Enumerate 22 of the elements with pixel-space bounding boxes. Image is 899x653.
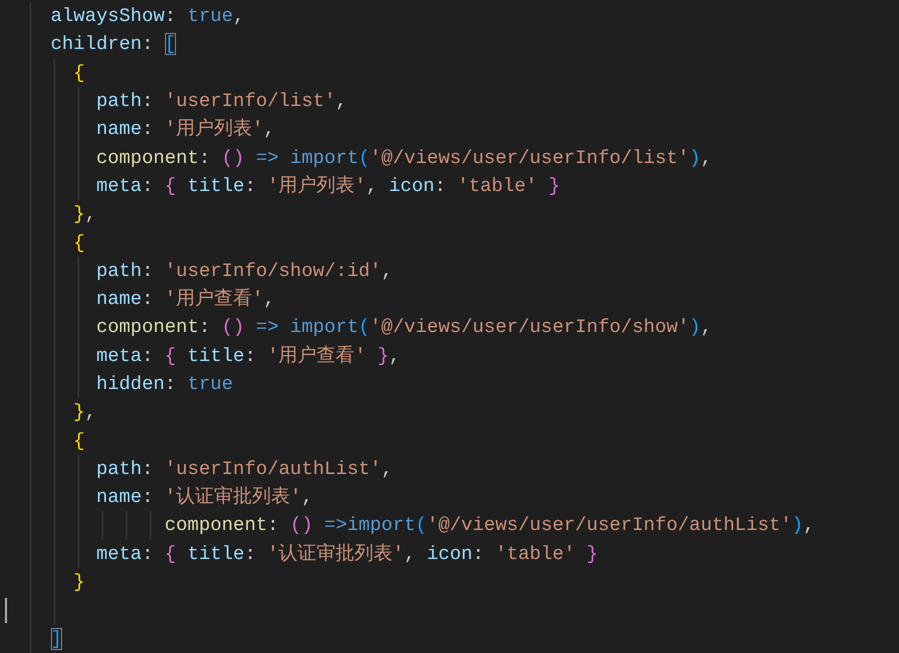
code-line: }, bbox=[72, 202, 96, 226]
code-line: { bbox=[72, 428, 85, 453]
code-line: meta: { title: '认证审批列表', icon: 'table' } bbox=[95, 542, 598, 566]
code-line: } bbox=[72, 570, 85, 594]
code-line: component: () =>import('@/views/user/userInfo/authList'), bbox=[164, 513, 815, 538]
code-line: path: 'userInfo/list', bbox=[95, 89, 348, 114]
code-line: name: '用户查看', bbox=[95, 287, 275, 312]
code-line: name: '用户列表', bbox=[95, 117, 275, 142]
code-line: hidden: true bbox=[95, 372, 234, 396]
code-line: meta: { title: '用户查看' }, bbox=[95, 344, 400, 368]
code-line: component: () => import('@/views/user/userInfo/list'), bbox=[95, 146, 712, 170]
code-line: name: '认证审批列表', bbox=[95, 485, 313, 510]
code-line: meta: { title: '用户列表', icon: 'table' } bbox=[95, 174, 560, 198]
code-line: alwaysShow: true, bbox=[50, 4, 244, 28]
code-line: component: () => import('@/views/user/userInfo/show'), bbox=[95, 315, 712, 340]
code-line: children: [ bbox=[50, 32, 176, 56]
code-line: { bbox=[72, 230, 85, 255]
code-line: path: 'userInfo/authList', bbox=[95, 456, 393, 481]
code-line: ] bbox=[50, 626, 62, 651]
code-line: { bbox=[72, 60, 85, 85]
code-line: }, bbox=[72, 400, 96, 424]
code-line: path: 'userInfo/show/:id', bbox=[95, 258, 393, 283]
